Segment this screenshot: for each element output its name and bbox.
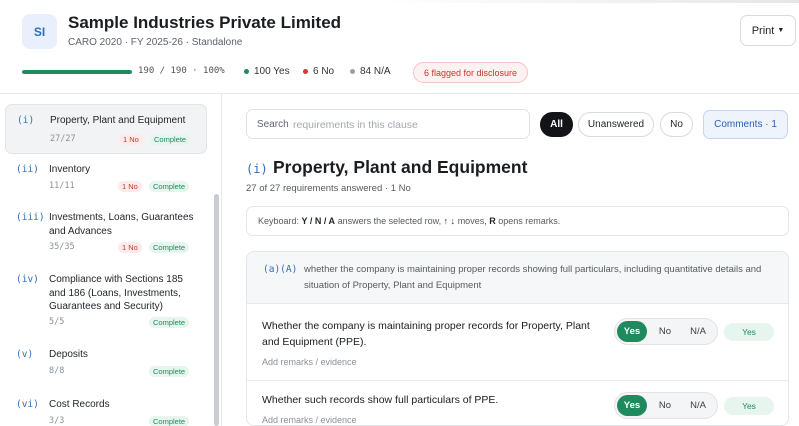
sidebar-item-title: Deposits	[49, 349, 88, 360]
stat-no-label: 6 No	[313, 66, 335, 77]
answer-segmented-control: Yes No N/A	[614, 318, 718, 345]
kbd-prefix: Keyboard:	[258, 216, 300, 226]
filter-no[interactable]: No	[660, 112, 693, 137]
sidebar-item-num: (iv)	[16, 274, 39, 285]
search-box[interactable]: Search	[246, 109, 530, 139]
sidebar-item-vi[interactable]: (vi) Cost Records 3/3 Complete	[5, 391, 207, 426]
app-header: SI Sample Industries Private Limited CAR…	[0, 0, 799, 94]
sidebar-status-badge: Complete	[149, 317, 190, 328]
sidebar-item-title: Property, Plant and Equipment	[50, 115, 186, 126]
na-dot-icon	[350, 69, 355, 74]
section-meta: 27 of 27 requirements answered · 1 No	[246, 183, 411, 194]
question-row[interactable]: Whether the company is maintaining prope…	[247, 305, 788, 380]
sidebar-item-count: 8/8	[49, 366, 65, 376]
answer-status-badge: Yes	[724, 397, 774, 415]
sidebar-scrollbar[interactable]	[214, 194, 219, 426]
sidebar-item-count: 35/35	[49, 242, 75, 252]
sidebar-item-count: 3/3	[49, 416, 65, 426]
question-row[interactable]: Whether such records show full particula…	[247, 381, 788, 425]
no-dot-icon	[303, 69, 308, 74]
yes-dot-icon	[244, 69, 249, 74]
stat-no: 6 No	[303, 66, 334, 77]
sidebar-no-badge: 1 No	[119, 134, 143, 145]
kbd-mid: answers the selected row,	[337, 216, 442, 226]
requirement-code: (a)(A)	[263, 264, 298, 275]
answer-status-badge: Yes	[724, 323, 774, 341]
kbd-r: R	[489, 216, 496, 226]
progress-text: 190 / 190 · 100%	[138, 66, 225, 76]
kbd-keys: Y / N / A	[301, 216, 336, 226]
answer-na-button[interactable]: N/A	[682, 395, 714, 416]
filter-unanswered[interactable]: Unanswered	[578, 112, 654, 137]
print-button[interactable]: Print ▼	[740, 15, 796, 46]
top-shadow	[380, 0, 799, 3]
kbd-suffix: opens remarks.	[498, 216, 561, 226]
sidebar-status-badge: Complete	[149, 366, 190, 377]
sidebar-item-i[interactable]: (i) Property, Plant and Equipment 27/27 …	[5, 104, 207, 154]
clause-sidebar: (i) Property, Plant and Equipment 27/27 …	[0, 94, 222, 426]
sidebar-item-count: 5/5	[49, 317, 65, 327]
progress-fill	[22, 70, 132, 74]
stat-na-label: 84 N/A	[360, 66, 391, 77]
sidebar-item-ii[interactable]: (ii) Inventory 11/11 1 No Complete	[5, 156, 207, 198]
sidebar-item-num: (ii)	[16, 164, 39, 175]
stat-yes: 100 Yes	[244, 66, 290, 77]
sidebar-item-num: (v)	[16, 349, 34, 360]
question-text: Whether such records show full particula…	[262, 394, 499, 406]
add-remarks-link[interactable]: Add remarks / evidence	[262, 415, 357, 425]
answer-yes-button[interactable]: Yes	[617, 321, 647, 342]
search-input[interactable]	[293, 117, 518, 133]
progress-bar	[22, 70, 132, 74]
sidebar-item-iii[interactable]: (iii) Investments, Loans, Guarantees and…	[5, 204, 207, 258]
answer-yes-button[interactable]: Yes	[617, 395, 647, 416]
sidebar-item-title: Compliance with Sections 185 and 186 (Lo…	[49, 274, 183, 312]
sidebar-no-badge: 1 No	[118, 181, 142, 192]
search-label: Search	[257, 119, 289, 130]
requirement-header: (a)(A) whether the company is maintainin…	[247, 252, 788, 304]
sidebar-item-title: Inventory	[49, 164, 91, 175]
sidebar-item-num: (vi)	[16, 399, 39, 410]
requirement-description: whether the company is maintaining prope…	[304, 264, 762, 291]
sidebar-item-num: (iii)	[16, 212, 45, 223]
chevron-down-icon: ▼	[777, 27, 785, 34]
section-title: Property, Plant and Equipment	[273, 157, 528, 177]
answer-no-button[interactable]: No	[650, 395, 680, 416]
answer-segmented-control: Yes No N/A	[614, 392, 718, 419]
engagement-subtitle: CARO 2020 · FY 2025-26 · Standalone	[68, 37, 243, 48]
sidebar-status-badge: Complete	[149, 416, 190, 426]
stat-na: 84 N/A	[350, 66, 391, 77]
sidebar-item-count: 11/11	[49, 181, 75, 191]
flagged-badge[interactable]: 6 flagged for disclosure	[413, 62, 529, 83]
sidebar-status-badge: Complete	[150, 134, 191, 145]
filter-all[interactable]: All	[540, 112, 573, 137]
kbd-arrows: ↑ ↓	[443, 216, 456, 226]
kbd-moves: moves,	[457, 216, 487, 226]
print-label: Print	[751, 24, 775, 37]
answer-na-button[interactable]: N/A	[682, 321, 714, 342]
comments-button[interactable]: Comments · 1	[703, 110, 788, 139]
sidebar-item-iv[interactable]: (iv) Compliance with Sections 185 and 18…	[5, 266, 207, 334]
sidebar-item-v[interactable]: (v) Deposits 8/8 Complete	[5, 341, 207, 381]
sidebar-item-title: Cost Records	[49, 399, 110, 410]
company-avatar: SI	[22, 14, 57, 49]
sidebar-item-num: (i)	[17, 115, 35, 126]
add-remarks-link[interactable]: Add remarks / evidence	[262, 357, 357, 367]
keyboard-hint: Keyboard: Y / N / A answers the selected…	[246, 206, 789, 236]
company-name: Sample Industries Private Limited	[68, 13, 342, 32]
question-text: Whether the company is maintaining prope…	[262, 320, 590, 348]
sidebar-status-badge: Complete	[149, 181, 190, 192]
sidebar-no-badge: 1 No	[118, 242, 142, 253]
requirement-card: (a)(A) whether the company is maintainin…	[246, 251, 789, 426]
answer-no-button[interactable]: No	[650, 321, 680, 342]
sidebar-item-title: Investments, Loans, Guarantees and Advan…	[49, 212, 194, 237]
section-number: (i)	[246, 162, 268, 176]
sidebar-status-badge: Complete	[149, 242, 190, 253]
stat-yes-label: 100 Yes	[254, 66, 290, 77]
sidebar-item-count: 27/27	[50, 134, 76, 144]
